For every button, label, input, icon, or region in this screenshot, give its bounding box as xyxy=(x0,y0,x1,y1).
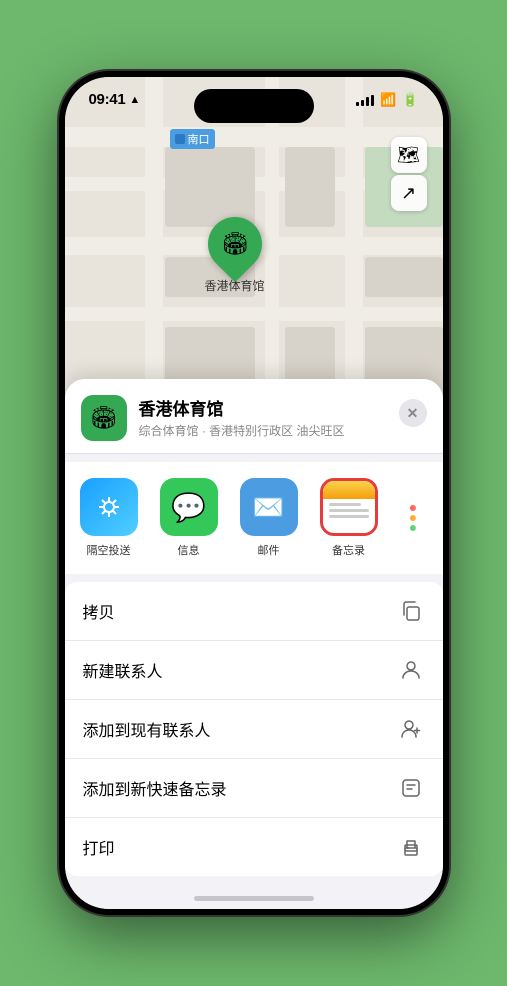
map-building xyxy=(365,257,443,297)
notes-icon-lines xyxy=(323,499,375,522)
notes-icon-inner xyxy=(323,481,375,533)
airdrop-icon xyxy=(80,478,138,536)
action-add-existing-contact[interactable]: 添加到现有联系人 xyxy=(65,700,443,759)
dot-red xyxy=(410,505,416,511)
notes-line-1 xyxy=(329,503,361,506)
map-type-button[interactable]: 🗺 xyxy=(391,137,427,173)
signal-bar-1 xyxy=(356,102,359,106)
share-more xyxy=(397,478,429,558)
printer-icon xyxy=(397,833,425,861)
venue-pin-symbol: 🏟 xyxy=(221,231,249,257)
location-button[interactable]: ↗ xyxy=(391,175,427,211)
action-new-contact-label: 新建联系人 xyxy=(83,658,163,682)
share-item-notes[interactable]: 备忘录 xyxy=(317,478,381,558)
map-label-nankou: 南口 xyxy=(170,129,215,149)
action-copy-label: 拷贝 xyxy=(83,599,115,623)
signal-bar-4 xyxy=(371,95,374,106)
action-print-label: 打印 xyxy=(83,835,115,859)
signal-bar-2 xyxy=(361,100,364,106)
person-icon xyxy=(397,656,425,684)
map-pin[interactable]: 🏟 香港体育馆 xyxy=(205,217,265,294)
signal-bars xyxy=(356,95,374,106)
action-add-existing-label: 添加到现有联系人 xyxy=(83,717,211,741)
action-copy[interactable]: 拷贝 xyxy=(65,582,443,641)
wifi-icon: 📶 xyxy=(380,92,396,108)
phone-screen: 09:41 ▲ 📶 🔋 xyxy=(65,77,443,909)
message-label: 信息 xyxy=(178,542,200,558)
signal-bar-3 xyxy=(366,97,369,106)
message-icon: 💬 xyxy=(160,478,218,536)
action-print[interactable]: 打印 xyxy=(65,818,443,876)
venue-name: 香港体育馆 xyxy=(139,395,387,420)
notes-line-2 xyxy=(329,509,369,512)
notes-line-3 xyxy=(329,515,369,518)
map-building xyxy=(165,147,255,227)
nankou-text: 南口 xyxy=(188,131,210,147)
mail-icon: ✉️ xyxy=(240,478,298,536)
bottom-sheet: 🏟 香港体育馆 综合体育馆 · 香港特别行政区 油尖旺区 ✕ xyxy=(65,379,443,909)
battery-icon: 🔋 xyxy=(402,92,418,108)
venue-subtitle: 综合体育馆 · 香港特别行政区 油尖旺区 xyxy=(139,422,387,439)
map-road xyxy=(65,307,443,321)
notes-label: 备忘录 xyxy=(332,542,365,558)
notes-icon xyxy=(320,478,378,536)
more-dots xyxy=(397,489,429,547)
venue-header: 🏟 香港体育馆 综合体育馆 · 香港特别行政区 油尖旺区 ✕ xyxy=(65,379,443,454)
copy-icon xyxy=(397,597,425,625)
action-quick-note-label: 添加到新快速备忘录 xyxy=(83,776,227,800)
share-item-mail[interactable]: ✉️ 邮件 xyxy=(237,478,301,558)
phone-frame: 09:41 ▲ 📶 🔋 xyxy=(59,71,449,915)
action-new-contact[interactable]: 新建联系人 xyxy=(65,641,443,700)
action-list: 拷贝 新建联系人 xyxy=(65,582,443,876)
pin-icon: 🏟 xyxy=(196,206,272,282)
notes-icon-top xyxy=(323,481,375,499)
map-building xyxy=(285,147,335,227)
share-item-airdrop[interactable]: 隔空投送 xyxy=(77,478,141,558)
mail-label: 邮件 xyxy=(258,542,280,558)
dot-yellow xyxy=(410,515,416,521)
location-arrow-icon: ▲ xyxy=(129,94,140,106)
venue-icon: 🏟 xyxy=(81,395,127,441)
quick-note-icon xyxy=(397,774,425,802)
home-indicator xyxy=(194,896,314,901)
person-add-icon xyxy=(397,715,425,743)
status-time: 09:41 xyxy=(89,91,126,108)
status-icons: 📶 🔋 xyxy=(356,92,418,108)
action-quick-note[interactable]: 添加到新快速备忘录 xyxy=(65,759,443,818)
share-row: 隔空投送 💬 信息 ✉️ 邮件 xyxy=(65,462,443,574)
share-item-message[interactable]: 💬 信息 xyxy=(157,478,221,558)
map-controls: 🗺 ↗ xyxy=(391,137,427,211)
dot-green xyxy=(410,525,416,531)
dynamic-island xyxy=(194,89,314,123)
venue-info: 香港体育馆 综合体育馆 · 香港特别行政区 油尖旺区 xyxy=(139,395,387,439)
airdrop-label: 隔空投送 xyxy=(87,542,131,558)
close-button[interactable]: ✕ xyxy=(399,399,427,427)
